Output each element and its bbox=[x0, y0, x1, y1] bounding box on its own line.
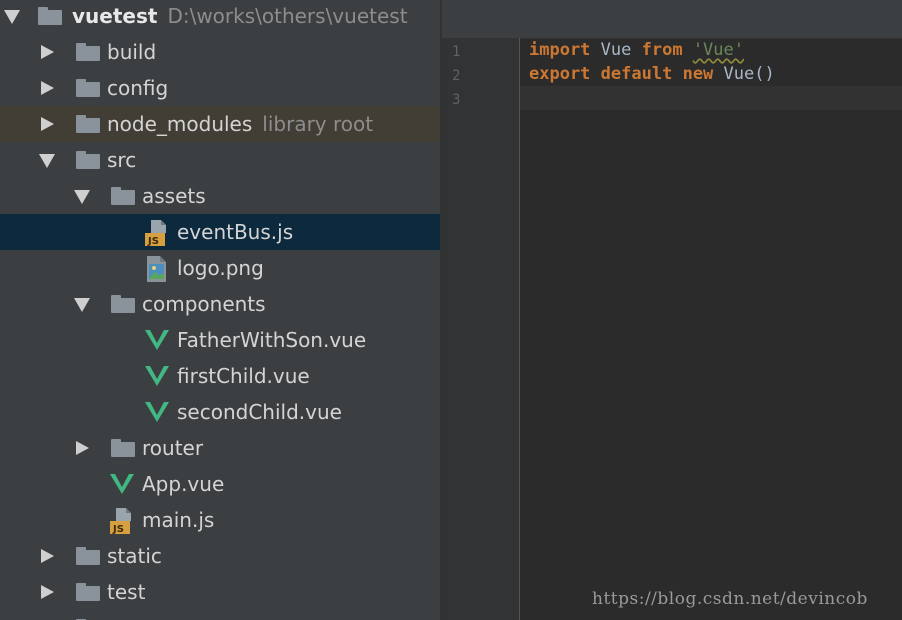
tree-item-partial[interactable] bbox=[0, 610, 440, 620]
expand-arrow-icon[interactable] bbox=[4, 10, 20, 24]
library-root-hint: library root bbox=[262, 112, 374, 136]
line-number-gutter: 1 2 3 bbox=[442, 38, 520, 620]
tree-item-label: logo.png bbox=[177, 256, 264, 280]
line-number: 1 bbox=[452, 44, 461, 60]
keyword: from bbox=[641, 40, 683, 60]
expand-arrow-icon[interactable] bbox=[41, 81, 54, 95]
tree-item-src[interactable]: src bbox=[0, 142, 440, 178]
folder-icon bbox=[38, 7, 62, 25]
line-number: 2 bbox=[452, 68, 461, 84]
folder-icon bbox=[111, 187, 135, 205]
tree-item-label: secondChild.vue bbox=[177, 400, 342, 424]
folder-icon bbox=[76, 583, 100, 601]
js-file-icon: JS bbox=[110, 508, 131, 535]
keyword: default bbox=[600, 64, 673, 84]
folder-icon bbox=[111, 439, 135, 457]
tree-item-config[interactable]: config bbox=[0, 70, 440, 106]
vue-file-icon bbox=[110, 474, 134, 494]
tree-item-label: FatherWithSon.vue bbox=[177, 328, 367, 352]
tree-item-label: build bbox=[107, 40, 157, 64]
tree-item-label: eventBus.js bbox=[177, 220, 294, 244]
folder-icon bbox=[111, 295, 135, 313]
image-file-icon bbox=[147, 256, 166, 282]
code-editor[interactable]: 1 2 3 import Vue from 'Vue' export defau… bbox=[442, 0, 902, 620]
expand-arrow-icon[interactable] bbox=[74, 190, 90, 204]
editor-tab-strip bbox=[442, 0, 902, 39]
tree-item-secondchild-vue[interactable]: secondChild.vue bbox=[0, 394, 440, 430]
tree-item-label: assets bbox=[142, 184, 206, 208]
tree-item-components[interactable]: components bbox=[0, 286, 440, 322]
folder-icon bbox=[76, 43, 100, 61]
vue-file-icon bbox=[145, 402, 169, 422]
current-line-highlight bbox=[520, 86, 902, 110]
project-tree: vuetest D:\works\others\vuetest build con… bbox=[0, 0, 440, 620]
tree-item-label: components bbox=[142, 292, 266, 316]
tree-item-label: vuetest D:\works\others\vuetest bbox=[72, 4, 408, 28]
code-line-2[interactable]: export default new Vue() bbox=[529, 62, 775, 86]
tree-item-root[interactable]: vuetest D:\works\others\vuetest bbox=[0, 0, 440, 34]
tree-item-label: static bbox=[107, 544, 162, 568]
tree-item-test[interactable]: test bbox=[0, 574, 440, 610]
expand-arrow-icon[interactable] bbox=[41, 585, 54, 599]
tree-item-label: firstChild.vue bbox=[177, 364, 310, 388]
svg-text:JS: JS bbox=[112, 524, 124, 535]
tree-item-main-js[interactable]: JS main.js bbox=[0, 502, 440, 538]
svg-text:JS: JS bbox=[147, 236, 159, 247]
tree-item-label: src bbox=[107, 148, 137, 172]
keyword: export bbox=[529, 64, 591, 84]
vue-file-icon bbox=[145, 366, 169, 386]
keyword: new bbox=[682, 64, 714, 84]
tree-item-static[interactable]: static bbox=[0, 538, 440, 574]
tree-item-label: main.js bbox=[142, 508, 215, 532]
tree-item-label: test bbox=[107, 580, 146, 604]
tree-item-label: node_modules library root bbox=[107, 112, 374, 136]
folder-icon bbox=[76, 115, 100, 133]
string-literal: 'Vue' bbox=[692, 40, 744, 60]
expand-arrow-icon[interactable] bbox=[39, 154, 55, 168]
watermark-text: https://blog.csdn.net/devincob bbox=[592, 589, 868, 609]
keyword: import bbox=[529, 40, 591, 60]
tree-item-assets[interactable]: assets bbox=[0, 178, 440, 214]
tree-item-node-modules[interactable]: node_modules library root bbox=[0, 106, 440, 142]
tree-item-label: config bbox=[107, 76, 169, 100]
tree-item-build[interactable]: build bbox=[0, 34, 440, 70]
tree-item-app-vue[interactable]: App.vue bbox=[0, 466, 440, 502]
expand-arrow-icon[interactable] bbox=[41, 549, 54, 563]
code-line-1[interactable]: import Vue from 'Vue' bbox=[529, 38, 744, 62]
tree-item-firstchild-vue[interactable]: firstChild.vue bbox=[0, 358, 440, 394]
tree-item-eventbus-js[interactable]: JS eventBus.js bbox=[0, 214, 440, 250]
vue-file-icon bbox=[145, 330, 169, 350]
folder-icon bbox=[76, 547, 100, 565]
tree-item-label: App.vue bbox=[142, 472, 225, 496]
tree-item-label: router bbox=[142, 436, 204, 460]
tree-item-logo-png[interactable]: logo.png bbox=[0, 250, 440, 286]
expand-arrow-icon[interactable] bbox=[74, 298, 90, 312]
expand-arrow-icon[interactable] bbox=[41, 45, 54, 59]
expand-arrow-icon[interactable] bbox=[41, 117, 54, 131]
folder-icon bbox=[76, 151, 100, 169]
expand-arrow-icon[interactable] bbox=[76, 441, 89, 455]
folder-icon bbox=[76, 79, 100, 97]
tree-item-router[interactable]: router bbox=[0, 430, 440, 466]
tree-item-fatherwithson-vue[interactable]: FatherWithSon.vue bbox=[0, 322, 440, 358]
line-number: 3 bbox=[452, 92, 461, 108]
js-file-icon: JS bbox=[145, 220, 166, 247]
